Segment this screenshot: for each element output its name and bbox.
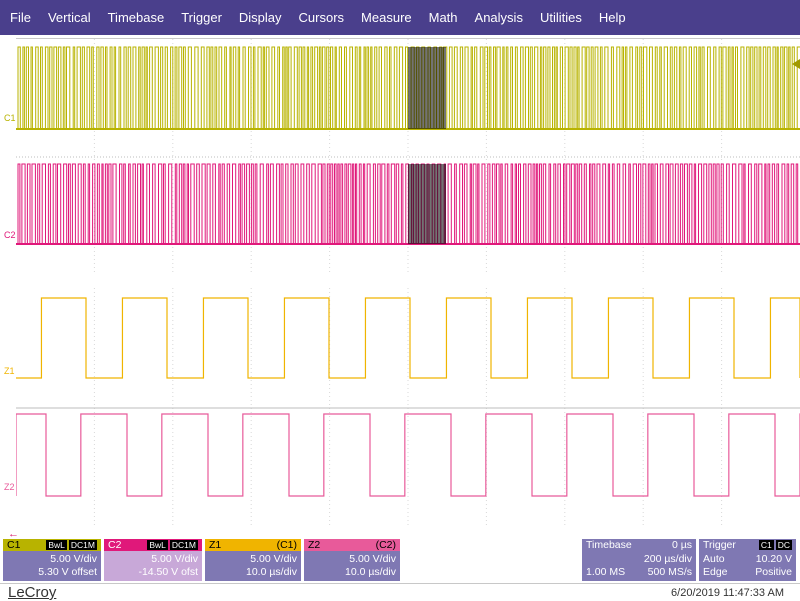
- z1-waveform: [16, 297, 800, 379]
- trigger-level: 10.20 V: [755, 553, 792, 565]
- menu-trigger[interactable]: Trigger: [172, 0, 230, 35]
- c2-offset: -14.50 V ofst: [138, 566, 198, 578]
- trigger-source-tag: C1: [758, 540, 774, 550]
- c1-bw-tag: BwL: [46, 540, 67, 550]
- c1-descriptor-box[interactable]: C1 BwL DC1M 5.00 V/div 5.30 V offset: [3, 539, 101, 581]
- footer: LeCroy 6/20/2019 11:47:33 AM: [0, 583, 800, 601]
- trigger-descriptor-box[interactable]: Trigger C1 DC Auto 10.20 V Edge Positive: [699, 539, 796, 581]
- c2-coupling-tag: DC1M: [169, 540, 198, 550]
- c1-waveform: [16, 46, 800, 130]
- brand-logo: LeCroy: [8, 584, 57, 601]
- menu-file[interactable]: File: [0, 0, 39, 35]
- c1-waveform-highlight: [408, 47, 446, 129]
- menu-analysis[interactable]: Analysis: [466, 0, 531, 35]
- menu-bar: File Vertical Timebase Trigger Display C…: [0, 0, 800, 35]
- menu-display[interactable]: Display: [230, 0, 290, 35]
- trigger-slope: Positive: [755, 566, 792, 578]
- z1-descriptor-box[interactable]: Z1 (C1) 5.00 V/div 10.0 µs/div: [205, 539, 301, 581]
- timebase-tdiv: 200 µs/div: [643, 553, 692, 565]
- trigger-coupling-tag: DC: [775, 540, 792, 550]
- menu-math[interactable]: Math: [420, 0, 466, 35]
- timebase-rate: 500 MS/s: [647, 566, 692, 578]
- c2-name: C2: [108, 539, 122, 551]
- timebase-descriptor-box[interactable]: Timebase 0 µs 200 µs/div 1.00 MS 500 MS/s: [582, 539, 696, 581]
- z2-source: (C2): [375, 539, 396, 551]
- trigger-title: Trigger: [703, 539, 736, 551]
- c1-offset: 5.30 V offset: [38, 566, 97, 578]
- timebase-samples: 1.00 MS: [586, 566, 626, 578]
- trigger-mode: Auto: [703, 553, 725, 565]
- c2-waveform: [16, 163, 800, 245]
- menu-utilities[interactable]: Utilities: [531, 0, 590, 35]
- z1-vdiv: 5.00 V/div: [250, 553, 297, 565]
- z2-tdiv: 10.0 µs/div: [345, 566, 396, 578]
- c1-vdiv: 5.00 V/div: [50, 553, 97, 565]
- c2-descriptor-box[interactable]: C2 BwL DC1M 5.00 V/div -14.50 V ofst: [104, 539, 202, 581]
- bottom-waveform-svg: [16, 288, 800, 528]
- z2-name: Z2: [308, 539, 321, 551]
- trigger-type: Edge: [703, 566, 728, 578]
- top-waveform-svg: [16, 39, 800, 275]
- z2-trace-label[interactable]: Z2: [4, 482, 15, 492]
- timebase-delay: 0 µs: [671, 539, 692, 551]
- c1-coupling-tag: DC1M: [68, 540, 97, 550]
- timebase-title: Timebase: [586, 539, 632, 551]
- date-time: 6/20/2019 11:47:33 AM: [671, 587, 784, 599]
- z1-name: Z1: [209, 539, 222, 551]
- menu-help[interactable]: Help: [590, 0, 634, 35]
- bottom-waveform-grid[interactable]: [16, 288, 800, 528]
- c1-trace-label[interactable]: C1: [4, 113, 16, 123]
- menu-cursors[interactable]: Cursors: [290, 0, 353, 35]
- menu-vertical[interactable]: Vertical: [39, 0, 99, 35]
- c2-vdiv: 5.00 V/div: [151, 553, 198, 565]
- c2-bw-tag: BwL: [147, 540, 168, 550]
- z2-vdiv: 5.00 V/div: [349, 553, 396, 565]
- z2-descriptor-box[interactable]: Z2 (C2) 5.00 V/div 10.0 µs/div: [304, 539, 400, 581]
- menu-timebase[interactable]: Timebase: [99, 0, 173, 35]
- z1-tdiv: 10.0 µs/div: [246, 566, 297, 578]
- top-waveform-grid[interactable]: [16, 38, 800, 275]
- c1-name: C1: [7, 539, 21, 551]
- z1-trace-label[interactable]: Z1: [4, 366, 15, 376]
- c2-waveform-highlight: [408, 164, 446, 244]
- trigger-level-marker: [792, 59, 800, 69]
- status-bar: C1 BwL DC1M 5.00 V/div 5.30 V offset C2 B…: [0, 537, 800, 583]
- z2-waveform: [16, 413, 800, 497]
- menu-measure[interactable]: Measure: [352, 0, 420, 35]
- z1-source: (C1): [276, 539, 297, 551]
- c2-trace-label[interactable]: C2: [4, 230, 16, 240]
